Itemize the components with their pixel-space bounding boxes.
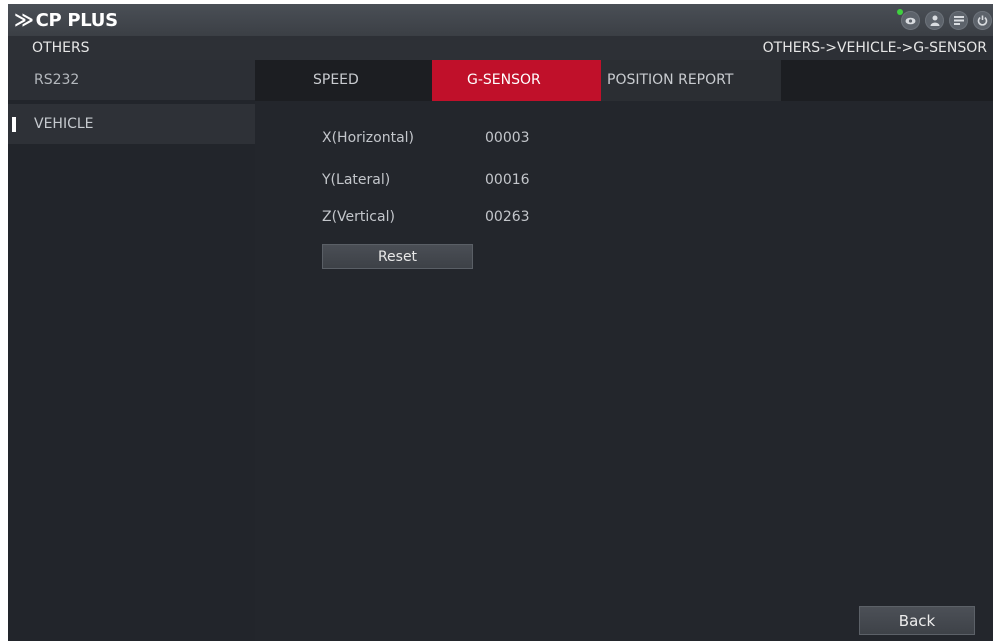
y-lateral-value: 00016 xyxy=(485,172,530,188)
main-panel: SPEED G-SENSOR POSITION REPORT X(Horizon… xyxy=(255,60,993,641)
top-bar: ≫ CP PLUS xyxy=(8,4,993,36)
list-icon[interactable] xyxy=(949,11,968,30)
cp-plus-logo: ≫ CP PLUS xyxy=(14,8,118,32)
tab-bar: SPEED G-SENSOR POSITION REPORT xyxy=(255,60,993,101)
reset-button[interactable]: Reset xyxy=(322,244,473,269)
eye-icon[interactable] xyxy=(897,9,920,30)
logo-mark-icon: ≫ xyxy=(14,9,34,31)
dvr-screen: ≫ CP PLUS OTHERS OTHERS->VEHICLE->G-SENS… xyxy=(8,4,993,641)
sidebar-item-label: VEHICLE xyxy=(34,116,94,132)
z-vertical-label: Z(Vertical) xyxy=(322,209,395,225)
selected-marker xyxy=(12,117,16,132)
header-row: OTHERS OTHERS->VEHICLE->G-SENSOR xyxy=(8,36,993,60)
section-title: OTHERS xyxy=(32,40,90,56)
z-vertical-value: 00263 xyxy=(485,209,530,225)
tab-label: POSITION REPORT xyxy=(607,72,734,88)
sidebar: RS232 VEHICLE xyxy=(8,60,255,641)
power-icon[interactable] xyxy=(973,11,992,30)
sidebar-item-label: RS232 xyxy=(34,72,80,88)
x-horizontal-value: 00003 xyxy=(485,130,530,146)
back-button[interactable]: Back xyxy=(859,606,975,635)
user-icon[interactable] xyxy=(925,11,944,30)
tab-label: SPEED xyxy=(313,72,359,88)
tab-speed[interactable]: SPEED xyxy=(255,60,432,101)
x-horizontal-label: X(Horizontal) xyxy=(322,130,414,146)
status-indicator xyxy=(897,9,903,15)
breadcrumb: OTHERS->VEHICLE->G-SENSOR xyxy=(762,40,987,56)
tab-label: G-SENSOR xyxy=(467,72,541,88)
y-lateral-label: Y(Lateral) xyxy=(322,172,391,188)
sidebar-item-rs232[interactable]: RS232 xyxy=(8,60,255,100)
tab-g-sensor[interactable]: G-SENSOR xyxy=(432,60,601,101)
sidebar-item-vehicle[interactable]: VEHICLE xyxy=(8,104,255,144)
tab-position-report[interactable]: POSITION REPORT xyxy=(601,60,781,101)
logo-text: CP PLUS xyxy=(35,9,118,31)
